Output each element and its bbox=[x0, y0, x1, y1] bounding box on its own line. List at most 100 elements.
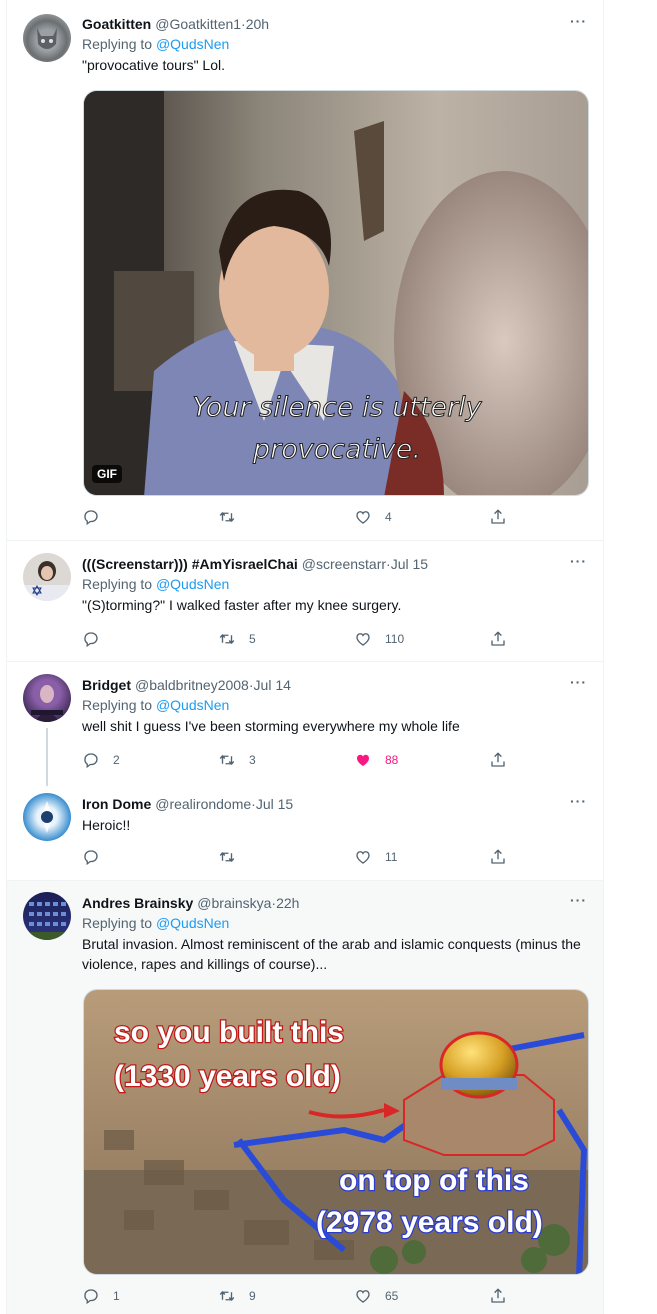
tweet-header: Bridget @baldbritney2008 · Jul 14 bbox=[82, 675, 587, 695]
display-name[interactable]: Iron Dome bbox=[82, 794, 151, 814]
mention-link[interactable]: @QudsNen bbox=[156, 697, 229, 713]
reply-icon bbox=[82, 630, 100, 648]
reply-button[interactable]: 1 bbox=[82, 1287, 120, 1305]
avatar-iron-dome[interactable] bbox=[23, 793, 71, 841]
share-button[interactable] bbox=[489, 848, 507, 866]
retweet-icon bbox=[218, 848, 236, 866]
share-icon bbox=[489, 848, 507, 866]
like-button[interactable]: 4 bbox=[354, 508, 392, 526]
share-icon bbox=[489, 630, 507, 648]
display-name[interactable]: Goatkitten bbox=[82, 14, 151, 34]
display-name[interactable]: (((Screenstarr))) #AmYisraelChai bbox=[82, 554, 298, 574]
stand-with-israel-avatar-image bbox=[23, 561, 71, 601]
more-icon[interactable]: ··· bbox=[570, 675, 587, 689]
retweet-button[interactable]: 5 bbox=[218, 630, 256, 648]
building-avatar-image bbox=[23, 902, 71, 940]
share-icon bbox=[489, 751, 507, 769]
mention-link[interactable]: @QudsNen bbox=[156, 915, 229, 931]
tweet-header: Iron Dome @realirondome · Jul 15 bbox=[82, 794, 587, 814]
tweet-screenstarr[interactable]: (((Screenstarr))) #AmYisraelChai @screen… bbox=[7, 541, 603, 662]
timestamp[interactable]: Jul 15 bbox=[391, 554, 428, 574]
reply-icon bbox=[82, 848, 100, 866]
reply-icon bbox=[82, 1287, 100, 1305]
like-button[interactable]: 88 bbox=[354, 751, 398, 769]
reply-button[interactable]: 2 bbox=[82, 751, 120, 769]
reply-button[interactable] bbox=[82, 508, 113, 526]
gif-scene-image: Your silence is utterly provocative. bbox=[84, 91, 588, 495]
like-button[interactable]: 11 bbox=[354, 848, 397, 866]
retweet-button[interactable] bbox=[218, 508, 249, 526]
reply-count: 1 bbox=[113, 1289, 120, 1303]
tweet-andres-brainsky[interactable]: Andres Brainsky @brainskya · 22h ··· Rep… bbox=[7, 881, 603, 1314]
share-button[interactable] bbox=[489, 508, 507, 526]
gif-caption-line2: provocative. bbox=[252, 434, 421, 465]
timestamp[interactable]: Jul 14 bbox=[254, 675, 291, 695]
gif-media[interactable]: Your silence is utterly provocative. GIF bbox=[83, 90, 589, 496]
retweet-button[interactable] bbox=[218, 848, 249, 866]
bridget-avatar-image bbox=[31, 685, 63, 722]
timestamp[interactable]: 22h bbox=[276, 893, 299, 913]
mention-link[interactable]: @QudsNen bbox=[156, 576, 229, 592]
share-icon bbox=[489, 1287, 507, 1305]
more-icon[interactable]: ··· bbox=[570, 794, 587, 808]
avatar-screenstarr[interactable] bbox=[23, 553, 71, 601]
meme-caption-bottom-line2: (2978 years old) bbox=[316, 1206, 543, 1239]
avatar-andres-brainsky[interactable] bbox=[23, 892, 71, 940]
more-icon[interactable]: ··· bbox=[570, 554, 587, 568]
like-icon bbox=[354, 508, 372, 526]
gif-badge: GIF bbox=[92, 465, 122, 483]
share-button[interactable] bbox=[489, 1287, 507, 1305]
user-handle[interactable]: @realirondome bbox=[155, 794, 251, 814]
like-count: 65 bbox=[385, 1289, 399, 1303]
user-handle[interactable]: @Goatkitten1 bbox=[155, 14, 241, 34]
tweet-goatkitten[interactable]: Goatkitten @Goatkitten1 · 20h ··· Replyi… bbox=[7, 0, 603, 541]
timestamp[interactable]: 20h bbox=[246, 14, 269, 34]
avatar-goatkitten[interactable] bbox=[23, 14, 71, 62]
retweet-button[interactable]: 9 bbox=[218, 1287, 256, 1305]
replying-label: Replying to bbox=[82, 576, 156, 592]
meme-caption-top-line1: so you built this bbox=[114, 1016, 344, 1049]
like-count: 4 bbox=[385, 510, 392, 524]
retweet-button[interactable]: 3 bbox=[218, 751, 256, 769]
share-button[interactable] bbox=[489, 751, 507, 769]
like-icon bbox=[354, 630, 372, 648]
replying-to: Replying to @QudsNen bbox=[82, 34, 587, 54]
tweet-actions: 1 9 65 bbox=[7, 1287, 603, 1307]
retweet-icon bbox=[218, 751, 236, 769]
replying-to: Replying to @QudsNen bbox=[82, 695, 587, 715]
tweet-bridget[interactable]: Bridget @baldbritney2008 · Jul 14 ··· Re… bbox=[7, 662, 603, 786]
tweet-text: Heroic!! bbox=[82, 817, 131, 833]
user-handle[interactable]: @baldbritney2008 bbox=[135, 675, 249, 695]
tweet-text: "provocative tours" Lol. bbox=[82, 57, 226, 73]
temple-mount-meme-image: so you built this (1330 years old) on to… bbox=[84, 990, 588, 1274]
avatar-bridget[interactable] bbox=[23, 674, 71, 722]
user-handle[interactable]: @screenstarr bbox=[302, 554, 386, 574]
reply-button[interactable] bbox=[82, 848, 113, 866]
tweet-header: Goatkitten @Goatkitten1 · 20h bbox=[82, 14, 587, 34]
meme-image[interactable]: so you built this (1330 years old) on to… bbox=[83, 989, 589, 1275]
timestamp[interactable]: Jul 15 bbox=[256, 794, 293, 814]
display-name[interactable]: Andres Brainsky bbox=[82, 893, 193, 913]
share-button[interactable] bbox=[489, 630, 507, 648]
mention-link[interactable]: @QudsNen bbox=[156, 36, 229, 52]
reply-button[interactable] bbox=[82, 630, 113, 648]
tweet-actions: 2 3 88 bbox=[7, 751, 603, 771]
more-icon[interactable]: ··· bbox=[570, 893, 587, 907]
retweet-icon bbox=[218, 1287, 236, 1305]
meme-caption-bottom-line1: on top of this bbox=[339, 1164, 529, 1197]
replying-to: Replying to @QudsNen bbox=[82, 574, 587, 594]
more-icon[interactable]: ··· bbox=[570, 14, 587, 28]
retweet-icon bbox=[218, 508, 236, 526]
tweet-actions: 5 110 bbox=[7, 630, 603, 650]
like-button[interactable]: 65 bbox=[354, 1287, 398, 1305]
like-icon bbox=[354, 751, 372, 769]
tweet-iron-dome[interactable]: Iron Dome @realirondome · Jul 15 ··· Her… bbox=[7, 783, 603, 881]
meme-caption-top-line2: (1330 years old) bbox=[114, 1060, 341, 1093]
like-button[interactable]: 110 bbox=[354, 630, 404, 648]
display-name[interactable]: Bridget bbox=[82, 675, 131, 695]
tweet-actions: 4 bbox=[7, 508, 603, 528]
retweet-count: 5 bbox=[249, 632, 256, 646]
user-handle[interactable]: @brainskya bbox=[197, 893, 271, 913]
like-count: 110 bbox=[385, 632, 405, 646]
like-icon bbox=[354, 1287, 372, 1305]
